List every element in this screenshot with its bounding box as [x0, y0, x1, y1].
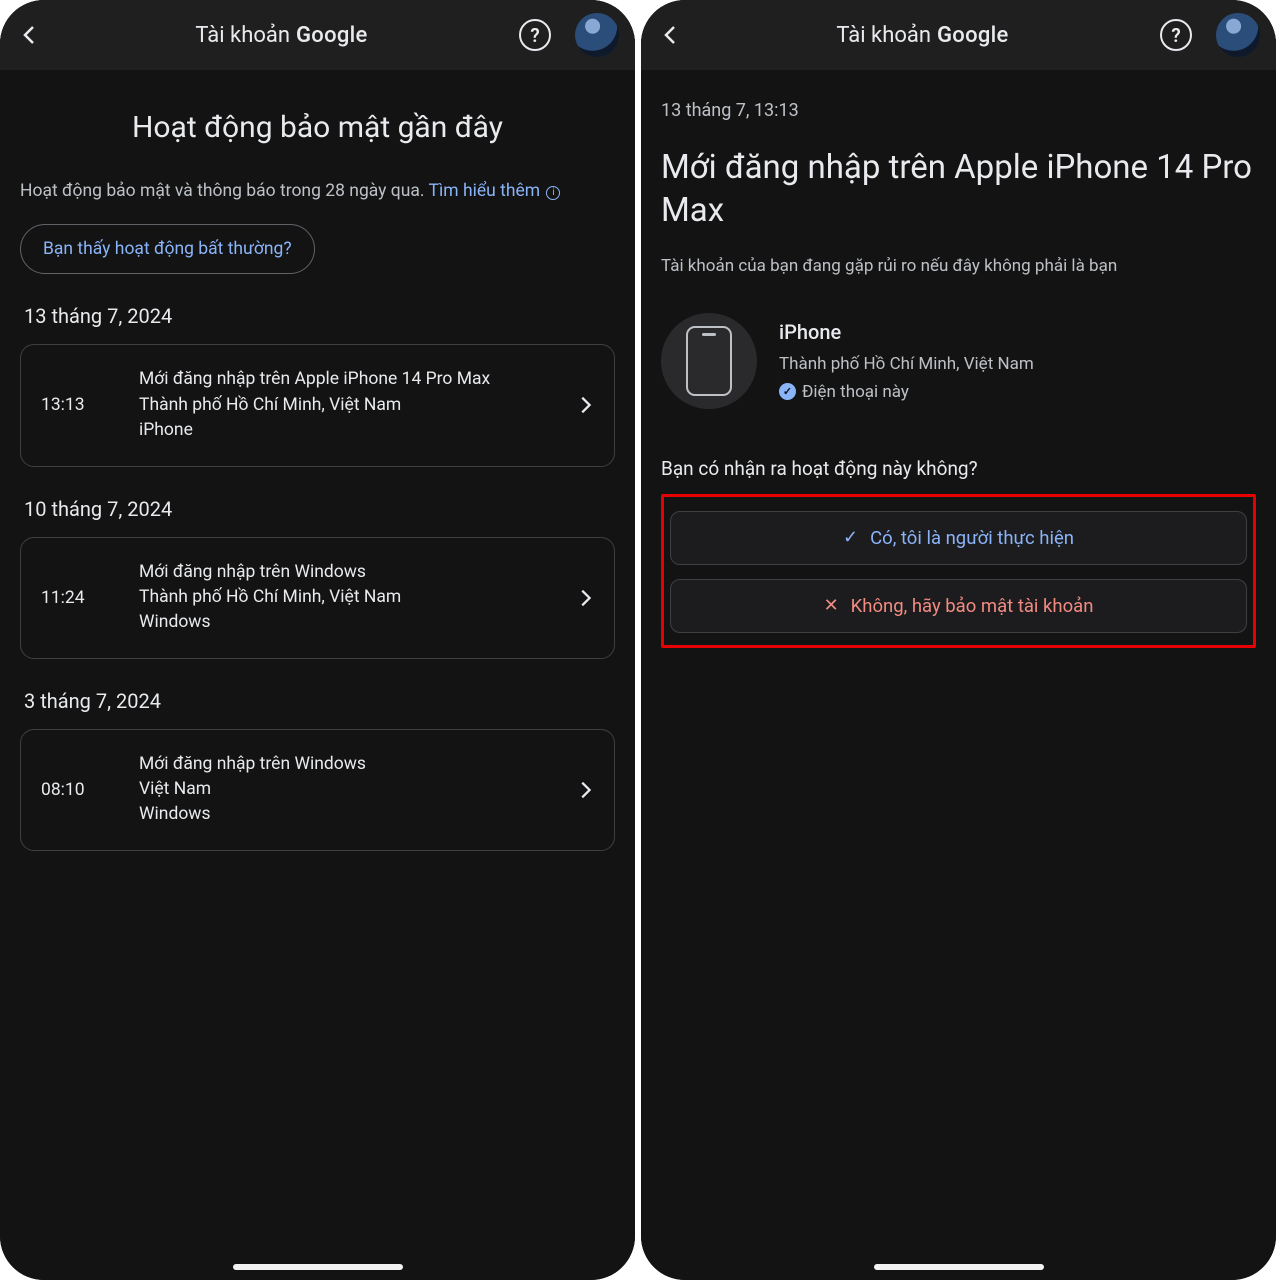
- detail-timestamp: 13 tháng 7, 13:13: [661, 100, 1256, 121]
- chevron-right-icon: [574, 779, 596, 801]
- app-header: Tài khoản Google ?: [641, 0, 1276, 70]
- activity-body: Mới đăng nhập trên Windows Thành phố Hồ …: [139, 560, 548, 636]
- confirm-no-label: Không, hãy bảo mật tài khoản: [851, 595, 1094, 617]
- activity-time: 11:24: [41, 588, 113, 608]
- info-icon: i: [546, 186, 560, 200]
- device-icon: [661, 313, 757, 409]
- header-title: Tài khoản Google: [58, 23, 505, 48]
- chevron-right-icon: [574, 394, 596, 416]
- avatar[interactable]: [1216, 13, 1260, 57]
- check-icon: ✓: [843, 527, 858, 548]
- activity-card[interactable]: 08:10 Mới đăng nhập trên Windows Việt Na…: [20, 729, 615, 851]
- app-header: Tài khoản Google ?: [0, 0, 635, 70]
- home-indicator[interactable]: [874, 1264, 1044, 1270]
- confirm-yes-button[interactable]: ✓ Có, tôi là người thực hiện: [670, 511, 1247, 565]
- phone-right: Tài khoản Google ? 13 tháng 7, 13:13 Mới…: [641, 0, 1276, 1280]
- chevron-right-icon: [574, 587, 596, 609]
- date-header: 10 tháng 7, 2024: [24, 497, 615, 521]
- close-icon: ✕: [824, 595, 839, 616]
- intro-body: Hoạt động bảo mật và thông báo trong 28 …: [20, 181, 429, 201]
- device-location: Thành phố Hồ Chí Minh, Việt Nam: [779, 354, 1034, 374]
- header-title: Tài khoản Google: [699, 23, 1146, 48]
- back-button[interactable]: [16, 21, 44, 49]
- device-this-label: ✓ Điện thoại này: [779, 382, 1034, 402]
- page-title: Hoạt động bảo mật gần đây: [20, 110, 615, 145]
- unusual-activity-button[interactable]: Bạn thấy hoạt động bất thường?: [20, 224, 315, 274]
- phone-left: Tài khoản Google ? Hoạt động bảo mật gần…: [0, 0, 635, 1280]
- device-row: iPhone Thành phố Hồ Chí Minh, Việt Nam ✓…: [661, 313, 1256, 409]
- header-title-text: Tài khoản: [195, 23, 290, 48]
- intro-text: Hoạt động bảo mật và thông báo trong 28 …: [20, 179, 615, 204]
- date-header: 3 tháng 7, 2024: [24, 689, 615, 713]
- device-name: iPhone: [779, 320, 1034, 344]
- activity-card[interactable]: 13:13 Mới đăng nhập trên Apple iPhone 14…: [20, 344, 615, 466]
- help-icon[interactable]: ?: [519, 19, 551, 51]
- header-title-text: Tài khoản: [836, 23, 931, 48]
- learn-more-link[interactable]: Tìm hiểu thêm i: [429, 181, 561, 201]
- google-logo: Google: [937, 23, 1009, 48]
- activity-time: 08:10: [41, 780, 113, 800]
- activity-time: 13:13: [41, 395, 113, 415]
- highlight-frame: ✓ Có, tôi là người thực hiện ✕ Không, hã…: [661, 494, 1256, 648]
- activity-body: Mới đăng nhập trên Windows Việt Nam Wind…: [139, 752, 548, 828]
- help-icon[interactable]: ?: [1160, 19, 1192, 51]
- date-header: 13 tháng 7, 2024: [24, 304, 615, 328]
- detail-title: Mới đăng nhập trên Apple iPhone 14 Pro M…: [661, 147, 1256, 233]
- activity-card[interactable]: 11:24 Mới đăng nhập trên Windows Thành p…: [20, 537, 615, 659]
- recognize-prompt: Bạn có nhận ra hoạt động này không?: [661, 457, 1256, 480]
- activity-body: Mới đăng nhập trên Apple iPhone 14 Pro M…: [139, 367, 548, 443]
- confirm-no-button[interactable]: ✕ Không, hãy bảo mật tài khoản: [670, 579, 1247, 633]
- google-logo: Google: [296, 23, 368, 48]
- verified-icon: ✓: [779, 383, 796, 400]
- avatar[interactable]: [575, 13, 619, 57]
- detail-warning: Tài khoản của bạn đang gặp rủi ro nếu đâ…: [661, 255, 1256, 279]
- back-button[interactable]: [657, 21, 685, 49]
- confirm-yes-label: Có, tôi là người thực hiện: [870, 527, 1074, 549]
- home-indicator[interactable]: [233, 1264, 403, 1270]
